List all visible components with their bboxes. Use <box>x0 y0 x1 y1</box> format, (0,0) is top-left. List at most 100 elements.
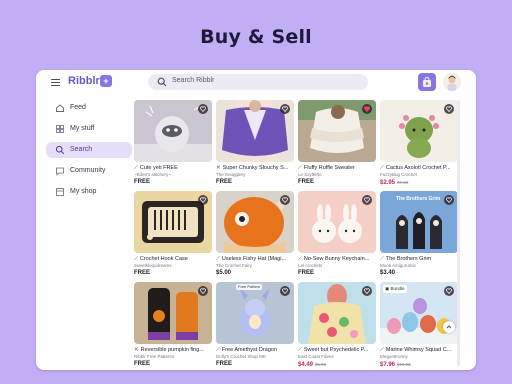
heart-icon <box>282 197 288 203</box>
user-avatar[interactable] <box>443 73 461 91</box>
favorite-button[interactable] <box>198 104 208 114</box>
favorite-button[interactable] <box>444 286 454 296</box>
product-price: FREE <box>298 270 315 276</box>
sidebar-item-feed[interactable]: Feed <box>46 100 132 116</box>
favorite-button[interactable] <box>362 104 372 114</box>
original-price: $7.38 <box>397 180 409 185</box>
search-input[interactable]: Search Ribblr <box>148 74 368 90</box>
favorite-button[interactable] <box>444 104 454 114</box>
crochet-hook-icon: ⟋ <box>216 347 220 353</box>
product-card[interactable]: ⟋ No-Sew Bunny Keychain... Lel crochets F… <box>298 191 376 278</box>
crochet-hook-icon: ⟋ <box>134 165 138 171</box>
crochet-hook-icon: ⟋ <box>380 256 384 262</box>
crochet-hook-icon: ⟋ <box>298 347 302 353</box>
favorite-button[interactable] <box>280 286 290 296</box>
product-image[interactable]: ▣ Bundle <box>380 282 458 344</box>
chevron-up-icon <box>446 325 452 329</box>
product-image[interactable] <box>134 282 212 344</box>
product-price: $5.00 <box>216 270 232 276</box>
product-image[interactable] <box>134 191 212 253</box>
product-card[interactable]: ⟋ Cactus Axolotl Crochet P... FuzzyBug Cr… <box>380 100 458 187</box>
favorite-button[interactable] <box>362 286 372 296</box>
search-placeholder: Search Ribblr <box>172 77 215 84</box>
shopping-bag-icon <box>423 76 431 87</box>
knitting-needles-icon: ✕ <box>216 165 221 171</box>
sidebar-item-my-shop[interactable]: My shop <box>46 184 132 200</box>
product-price: FREE <box>216 361 233 367</box>
product-title[interactable]: ✕ Super Chunky Slouchy S... <box>216 164 294 172</box>
product-card[interactable]: Free Pattern ⟋ Free Amethyst Dragon Dolly… <box>216 282 294 369</box>
sidebar-item-search[interactable]: Search <box>46 142 132 158</box>
product-card[interactable]: ⟋ Crochet Hook Case sweetkloqudreams FREE <box>134 191 212 278</box>
product-card[interactable]: ✕ Super Chunky Slouchy S... The Snugglery… <box>216 100 294 187</box>
product-title[interactable]: ⟋ Cute yeti FREE <box>134 164 212 172</box>
search-icon <box>55 145 65 155</box>
crochet-hook-icon: ⟋ <box>298 165 302 171</box>
product-card[interactable]: ⟋ Cute yeti FREE ~Eden's stitchery~ FREE <box>134 100 212 187</box>
product-card[interactable]: ⟋ Sweet but Psychedelic P... East Coast F… <box>298 282 376 369</box>
product-price: $3.40 <box>380 270 396 276</box>
heart-icon <box>446 106 452 112</box>
product-card[interactable]: ⟋ Useless Fishy Hat (Magi... The Crochet … <box>216 191 294 278</box>
product-image[interactable] <box>298 282 376 344</box>
hamburger-menu-icon[interactable] <box>51 79 60 87</box>
product-image[interactable] <box>298 191 376 253</box>
product-image[interactable] <box>216 100 294 162</box>
product-image[interactable] <box>216 191 294 253</box>
sidebar-item-label: My stuff <box>70 125 95 132</box>
top-bar: Ribblr + Search Ribblr <box>36 70 476 96</box>
product-title[interactable]: ⟋ Marine Whimsy Squad C... <box>380 346 458 354</box>
product-price: FREE <box>298 179 315 185</box>
scrollbar[interactable] <box>457 100 460 366</box>
original-price: $5.99 <box>315 362 327 367</box>
shop-bag-button[interactable] <box>418 73 436 91</box>
sidebar-item-my-stuff[interactable]: My stuff <box>46 121 132 137</box>
product-title[interactable]: ⟋ The Brothers Grim <box>380 255 458 263</box>
sidebar-item-community[interactable]: Community <box>46 163 132 179</box>
favorite-button[interactable] <box>444 195 454 205</box>
product-title[interactable]: ⟋ Sweet but Psychedelic P... <box>298 346 376 354</box>
heart-icon <box>364 197 370 203</box>
product-image[interactable]: The Brothers Grim <box>380 191 458 253</box>
favorite-button[interactable] <box>198 286 208 296</box>
product-card[interactable]: The Brothers Grim ⟋ The Brothers Grim Moo… <box>380 191 458 278</box>
favorite-button[interactable] <box>198 195 208 205</box>
product-price: FREE <box>134 361 151 367</box>
product-price: $7.96 $15.92 <box>380 362 411 368</box>
brand-logo[interactable]: Ribblr <box>68 75 100 87</box>
product-price: $4.49 $5.99 <box>298 362 327 368</box>
product-title[interactable]: ⟋ Cactus Axolotl Crochet P... <box>380 164 458 172</box>
product-title[interactable]: ⟋ Free Amethyst Dragon <box>216 346 294 354</box>
product-image[interactable] <box>298 100 376 162</box>
product-title[interactable]: ⟋ Crochet Hook Case <box>134 255 212 263</box>
product-title[interactable]: ⟋ Useless Fishy Hat (Magi... <box>216 255 294 263</box>
free-pattern-tag: Free Pattern <box>236 284 263 290</box>
heart-icon <box>200 288 206 294</box>
favorite-button[interactable] <box>280 195 290 205</box>
product-price: FREE <box>216 179 233 185</box>
product-title[interactable]: ⟋ Fluffy Ruffle Sweater <box>298 164 376 172</box>
heart-icon <box>200 106 206 112</box>
heart-icon <box>364 288 370 294</box>
product-image[interactable] <box>380 100 458 162</box>
product-card[interactable]: ✕ Reversible pumpkin fing... Ribblr Free … <box>134 282 212 369</box>
product-image[interactable]: Free Pattern <box>216 282 294 344</box>
favorite-button[interactable] <box>362 195 372 205</box>
heart-icon <box>446 288 452 294</box>
product-card[interactable]: ⟋ Fluffy Ruffle Sweater Le Szyltefto FREE <box>298 100 376 187</box>
shop-icon <box>56 188 64 196</box>
product-grid: ⟋ Cute yeti FREE ~Eden's stitchery~ FREE … <box>134 100 458 370</box>
favorite-button[interactable] <box>280 104 290 114</box>
product-title[interactable]: ✕ Reversible pumpkin fing... <box>134 346 212 354</box>
sidebar-item-label: Search <box>70 146 93 153</box>
product-price: FREE <box>134 270 151 276</box>
crochet-hook-icon: ⟋ <box>380 347 384 353</box>
chat-icon <box>56 167 64 176</box>
page-headline: Buy & Sell <box>200 26 312 48</box>
product-image[interactable] <box>134 100 212 162</box>
search-icon <box>157 77 167 87</box>
app-window: Ribblr + Search Ribblr Feed My stuff Sea… <box>36 70 476 370</box>
product-title[interactable]: ⟋ No-Sew Bunny Keychain... <box>298 255 376 263</box>
original-price: $15.92 <box>397 362 411 367</box>
scroll-to-top-button[interactable] <box>443 321 455 333</box>
